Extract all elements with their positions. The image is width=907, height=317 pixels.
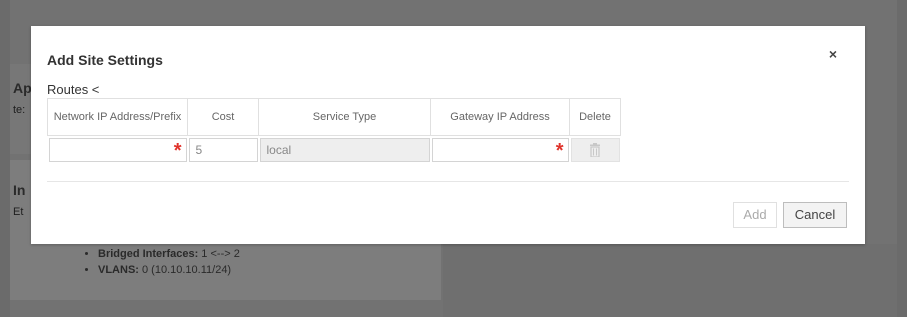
cost-input[interactable]: 5 bbox=[188, 138, 258, 162]
service-type-field: local bbox=[259, 138, 430, 162]
add-site-settings-dialog: Add Site Settings × Routes < Network IP … bbox=[31, 26, 865, 244]
list-item: VLANS: 0 (10.10.10.11/24) bbox=[98, 264, 240, 276]
column-header-delete: Delete bbox=[569, 98, 621, 136]
list-item: Bridged Interfaces: 1 <--> 2 bbox=[98, 248, 240, 260]
network-ip-input[interactable]: * bbox=[48, 138, 187, 162]
required-icon: * bbox=[173, 140, 182, 162]
table-row: * 5 local * bbox=[48, 136, 621, 162]
column-header-gateway: Gateway IP Address bbox=[430, 98, 570, 136]
column-header-network: Network IP Address/Prefix bbox=[47, 98, 188, 136]
delete-row-button[interactable] bbox=[570, 138, 620, 162]
dialog-title: Add Site Settings bbox=[47, 52, 163, 68]
background-panel-right bbox=[443, 244, 897, 317]
background-section-text: Et bbox=[13, 206, 24, 218]
background-interface-list: Bridged Interfaces: 1 <--> 2 VLANS: 0 (1… bbox=[84, 248, 240, 280]
routes-table: Network IP Address/Prefix Cost Service T… bbox=[47, 98, 621, 162]
column-header-service-type: Service Type bbox=[258, 98, 431, 136]
background-section-title: Ap bbox=[13, 80, 32, 96]
column-header-cost: Cost bbox=[187, 98, 259, 136]
background-section-text: te: bbox=[13, 104, 26, 116]
gateway-ip-input[interactable]: * bbox=[431, 138, 569, 162]
background-section-title: In bbox=[13, 182, 26, 198]
trash-icon bbox=[590, 143, 600, 157]
routes-section-label[interactable]: Routes < bbox=[47, 82, 99, 97]
required-icon: * bbox=[555, 140, 564, 162]
cancel-button[interactable]: Cancel bbox=[783, 202, 847, 228]
add-button[interactable]: Add bbox=[733, 202, 777, 228]
close-icon[interactable]: × bbox=[829, 46, 837, 62]
dialog-divider bbox=[47, 181, 849, 182]
